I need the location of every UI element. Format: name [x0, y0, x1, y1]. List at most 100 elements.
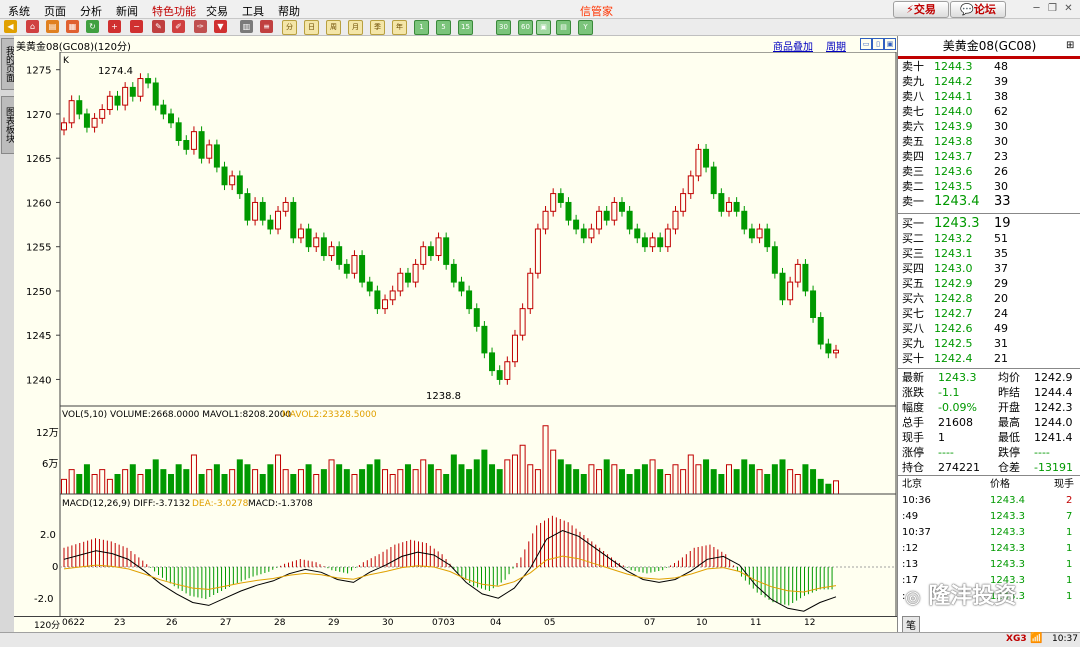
period-custom[interactable]: ▤	[556, 20, 571, 35]
candle-body	[160, 104, 167, 115]
ask-row[interactable]: 卖一 1243.4 33	[898, 194, 1080, 209]
ask-row[interactable]: 卖十 1244.3 48	[898, 59, 1080, 74]
ask-row[interactable]: 卖九 1244.2 39	[898, 74, 1080, 89]
menu-special[interactable]: 特色功能	[152, 3, 196, 19]
volume-bar	[725, 464, 732, 495]
period-1min[interactable]: 1	[414, 20, 429, 35]
bid-row[interactable]: 买三 1243.1 35	[898, 246, 1080, 261]
folder-icon[interactable]: ▤	[46, 20, 59, 33]
menu-help[interactable]: 帮助	[278, 3, 300, 19]
trade-button[interactable]: ⚡交易	[893, 1, 949, 18]
stat-value: 1242.9	[1034, 371, 1073, 384]
tab-my-page[interactable]: 我的页面	[1, 38, 15, 90]
candle-body	[771, 246, 778, 274]
ask-row[interactable]: 卖四 1243.7 23	[898, 149, 1080, 164]
bid-row[interactable]: 买七 1242.7 24	[898, 306, 1080, 321]
grid-icon[interactable]: ▦	[66, 20, 79, 33]
stat-value: -13191	[1034, 461, 1073, 474]
minimize-icon[interactable]: ─	[1030, 2, 1043, 15]
candle-body	[320, 237, 327, 257]
ask-row[interactable]: 卖三 1243.6 26	[898, 164, 1080, 179]
menu-analysis[interactable]: 分析	[80, 3, 102, 19]
layout-icon[interactable]: ▭	[860, 38, 872, 50]
list-icon[interactable]: ≡	[260, 20, 273, 33]
period-quarter[interactable]: 季	[370, 20, 385, 35]
forum-button[interactable]: 💬论坛	[950, 1, 1006, 18]
home-icon[interactable]: ⌂	[26, 20, 39, 33]
ask-row-price: 1243.6	[934, 165, 973, 178]
signal-icon: 📶	[1030, 633, 1043, 644]
chart-svg[interactable]: K 1275 1270 1265 1260 1255 1250 1245 1240 1274.…	[14, 52, 897, 632]
period-15min[interactable]: 15	[458, 20, 473, 35]
candle-body	[152, 82, 159, 106]
brush-icon[interactable]: ✑	[194, 20, 207, 33]
ask-row[interactable]: 卖六 1243.9 30	[898, 119, 1080, 134]
bid-row[interactable]: 买四 1243.0 37	[898, 261, 1080, 276]
period-120min[interactable]: ▣	[536, 20, 551, 35]
book-separator	[898, 213, 1080, 214]
menu-page[interactable]: 页面	[44, 3, 66, 19]
candle-body	[190, 131, 197, 150]
ask-row[interactable]: 卖二 1243.5 30	[898, 179, 1080, 194]
bid-row[interactable]: 买一 1243.3 19	[898, 216, 1080, 231]
tick-price: 1243.4	[990, 495, 1025, 506]
refresh-icon[interactable]: ↻	[86, 20, 99, 33]
k-label: K	[63, 56, 70, 66]
volume-bar	[680, 469, 687, 495]
bid-row[interactable]: 买二 1243.2 51	[898, 231, 1080, 246]
period-y[interactable]: Y	[578, 20, 593, 35]
close-icon[interactable]: ✕	[1062, 2, 1075, 15]
ask-row-label: 卖四	[902, 150, 924, 163]
candle-body	[695, 148, 702, 177]
stat-label: 最低	[998, 431, 1020, 444]
volume-bar	[152, 459, 159, 495]
settings-icon[interactable]: ⊞	[1066, 40, 1074, 51]
bid-row[interactable]: 买九 1242.5 31	[898, 336, 1080, 351]
candle-body	[275, 210, 282, 230]
menu-system[interactable]: 系统	[8, 3, 30, 19]
table-icon[interactable]: ▥	[240, 20, 253, 33]
filter-icon[interactable]: ▼	[214, 20, 227, 33]
tick-volume: 1	[1066, 575, 1073, 586]
restore-icon[interactable]: ❐	[1046, 2, 1059, 15]
menu-trade[interactable]: 交易	[206, 3, 228, 19]
ask-row[interactable]: 卖七 1244.0 62	[898, 104, 1080, 119]
period-60min[interactable]: 60	[518, 20, 533, 35]
draw-icon[interactable]: ✎	[152, 20, 165, 33]
zoom-in-icon[interactable]: +	[108, 20, 121, 33]
volume-bar	[190, 454, 197, 495]
link-period[interactable]: 周期	[826, 38, 846, 53]
tab-chart-board[interactable]: 图表板块	[1, 96, 15, 154]
stat-label: 涨停	[902, 446, 924, 459]
period-week[interactable]: 周	[326, 20, 341, 35]
bottom-tab-icon[interactable]: 笔	[902, 616, 920, 633]
pen-icon[interactable]: ✐	[172, 20, 185, 33]
candle-body	[297, 228, 304, 239]
back-icon[interactable]: ◀	[4, 20, 17, 33]
split-icon[interactable]: ▯	[872, 38, 884, 50]
bid-row[interactable]: 买十 1242.4 21	[898, 351, 1080, 366]
period-month[interactable]: 月	[348, 20, 363, 35]
bid-row-label: 买八	[902, 322, 924, 335]
period-5min[interactable]: 5	[436, 20, 451, 35]
ask-row[interactable]: 卖八 1244.1 38	[898, 89, 1080, 104]
volume-bar	[343, 469, 350, 495]
bid-row-volume: 49	[994, 322, 1008, 335]
bid-row[interactable]: 买五 1242.9 29	[898, 276, 1080, 291]
bid-row[interactable]: 买八 1242.6 49	[898, 321, 1080, 336]
zoom-out-icon[interactable]: −	[130, 20, 143, 33]
menu-tools[interactable]: 工具	[242, 3, 264, 19]
link-overlay[interactable]: 商品叠加	[773, 38, 813, 53]
candle-body	[764, 228, 771, 248]
ask-row[interactable]: 卖五 1243.8 30	[898, 134, 1080, 149]
period-30min[interactable]: 30	[496, 20, 511, 35]
expand-icon[interactable]: ▣	[884, 38, 896, 50]
bid-row[interactable]: 买六 1242.8 20	[898, 291, 1080, 306]
candle-body	[802, 263, 809, 292]
menu-news[interactable]: 新闻	[116, 3, 138, 19]
macd-tick-2: 2.0	[40, 530, 56, 541]
period-day[interactable]: 日	[304, 20, 319, 35]
period-year[interactable]: 年	[392, 20, 407, 35]
volume-bar	[206, 469, 213, 495]
period-minute[interactable]: 分	[282, 20, 297, 35]
